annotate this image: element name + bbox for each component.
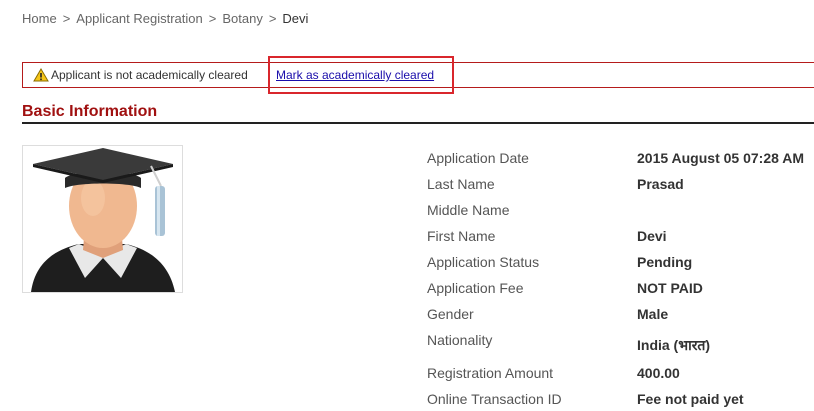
info-label: Application Status xyxy=(427,254,540,270)
info-value: India (भारत) xyxy=(637,337,711,353)
breadcrumb: Home > Applicant Registration > Botany > Devi xyxy=(22,11,308,26)
info-value: Fee not paid yet xyxy=(637,391,744,407)
breadcrumb-applicant-registration[interactable]: Applicant Registration xyxy=(76,11,202,26)
info-row-online-transaction-id: Online Transaction ID Fee not paid yet xyxy=(427,391,814,411)
alert-message: Applicant is not academically cleared xyxy=(51,68,248,82)
info-label: Online Transaction ID xyxy=(427,391,562,407)
breadcrumb-current: Devi xyxy=(282,11,309,26)
breadcrumb-separator: > xyxy=(268,11,277,26)
info-row-registration-amount: Registration Amount 400.00 xyxy=(427,365,814,385)
info-row-last-name: Last Name Prasad xyxy=(427,176,814,196)
info-label: Middle Name xyxy=(427,202,510,218)
info-row-nationality: Nationality India (भारत) xyxy=(427,332,814,353)
info-row-application-fee: Application Fee NOT PAID xyxy=(427,280,814,300)
breadcrumb-botany[interactable]: Botany xyxy=(222,11,262,26)
info-label: Registration Amount xyxy=(427,365,554,381)
info-row-application-status: Application Status Pending xyxy=(427,254,814,274)
section-title: Basic Information xyxy=(22,103,158,120)
section-divider xyxy=(22,122,814,124)
info-value: Prasad xyxy=(637,176,684,192)
info-row-middle-name: Middle Name xyxy=(427,202,814,222)
applicant-photo xyxy=(22,145,183,293)
info-label: Nationality xyxy=(427,332,493,348)
info-row-first-name: First Name Devi xyxy=(427,228,814,248)
breadcrumb-separator: > xyxy=(208,11,217,26)
info-label: Application Date xyxy=(427,150,529,166)
info-value: Devi xyxy=(637,228,667,244)
info-label: Last Name xyxy=(427,176,495,192)
graduate-avatar-icon xyxy=(31,148,175,292)
info-label: Application Fee xyxy=(427,280,524,296)
info-label: First Name xyxy=(427,228,496,244)
info-value: 2015 August 05 07:28 AM xyxy=(637,150,805,166)
info-row-gender: Gender Male xyxy=(427,306,814,326)
info-value: Male xyxy=(637,306,669,322)
info-value: Pending xyxy=(637,254,693,270)
breadcrumb-separator: > xyxy=(62,11,71,26)
breadcrumb-home[interactable]: Home xyxy=(22,11,57,26)
highlight-box xyxy=(268,56,454,94)
info-value: NOT PAID xyxy=(637,280,703,296)
warning-icon xyxy=(33,68,49,82)
info-row-application-date: Application Date 2015 August 05 07:28 AM xyxy=(427,150,814,170)
info-label: Gender xyxy=(427,306,474,322)
info-value: 400.00 xyxy=(637,365,680,381)
